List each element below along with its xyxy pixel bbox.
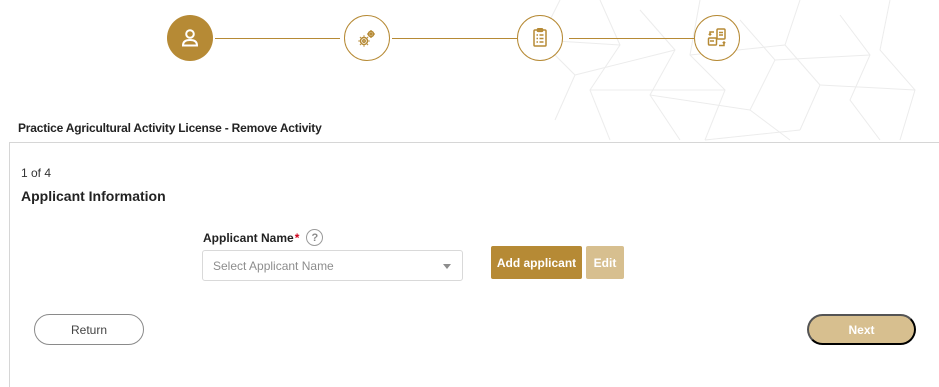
chevron-down-icon (443, 264, 451, 269)
applicant-name-select[interactable]: Select Applicant Name (202, 250, 463, 281)
step-4-submit[interactable] (694, 15, 740, 61)
user-icon (181, 29, 199, 47)
help-icon[interactable]: ? (306, 229, 324, 246)
next-button[interactable]: Next (807, 314, 916, 345)
add-applicant-button[interactable]: Add applicant (491, 246, 582, 279)
step-1-applicant[interactable] (167, 15, 213, 61)
document-exchange-icon (707, 28, 726, 47)
stepper-connector (392, 38, 517, 39)
step-counter: 1 of 4 (21, 166, 52, 180)
section-title: Applicant Information (21, 188, 166, 204)
required-marker: * (294, 230, 300, 245)
progress-stepper (0, 0, 939, 80)
form-card (9, 142, 939, 387)
return-button[interactable]: Return (34, 314, 144, 345)
document-checklist-icon (533, 28, 547, 47)
edit-applicant-button[interactable]: Edit (586, 246, 624, 279)
applicant-name-label-text: Applicant Name (203, 230, 294, 245)
service-title: Practice Agricultural Activity License -… (18, 121, 322, 135)
applicant-name-placeholder: Select Applicant Name (213, 258, 334, 273)
stepper-connector (215, 38, 340, 39)
gears-icon (358, 30, 375, 47)
step-3-review[interactable] (517, 15, 563, 61)
stepper-connector (569, 38, 694, 39)
applicant-name-label: Applicant Name * ? (203, 229, 324, 246)
step-2-details[interactable] (344, 15, 390, 61)
